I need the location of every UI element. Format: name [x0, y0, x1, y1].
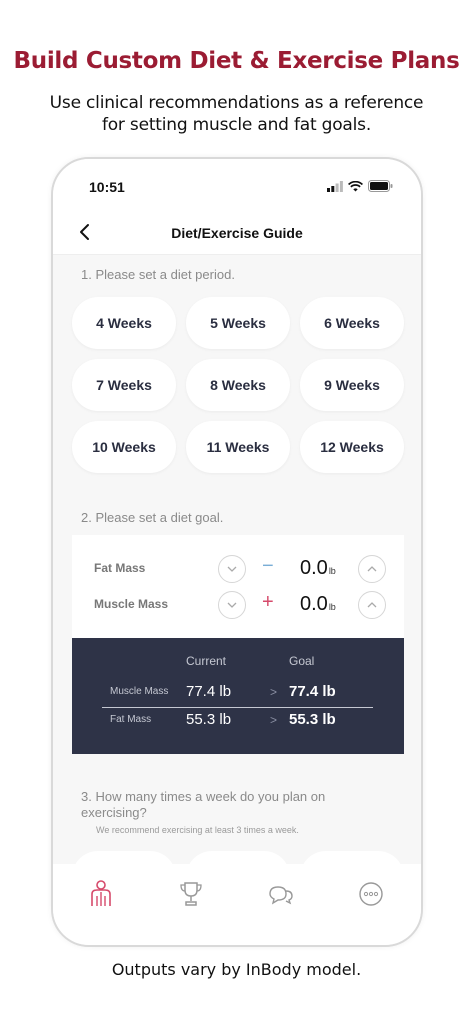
signal-icon [327, 180, 343, 192]
period-option[interactable]: 6 Weeks [300, 297, 404, 349]
battery-icon [368, 180, 393, 192]
body-icon [91, 880, 111, 906]
summary-arrow: > [270, 713, 278, 727]
muscle-mass-decrease-button[interactable] [218, 591, 246, 619]
fat-mass-row: Fat Mass − 0.0lb [72, 553, 404, 583]
status-bar: 10:51 [53, 159, 421, 211]
summary-current-value: 77.4 lb [186, 683, 232, 700]
muscle-mass-row: Muscle Mass + 0.0lb [72, 589, 404, 619]
goal-card: Fat Mass − 0.0lb Muscle Mass + 0.0lb [72, 535, 404, 641]
exercise-hint: We recommend exercising at least 3 times… [96, 825, 299, 835]
fat-mass-increase-button[interactable] [358, 555, 386, 583]
more-icon [359, 882, 383, 906]
period-option[interactable]: 8 Weeks [186, 359, 290, 411]
minus-sign: − [262, 555, 274, 577]
tab-body[interactable] [81, 878, 121, 910]
goal-label: 2. Please set a diet goal. [81, 510, 224, 525]
tab-bar [53, 864, 421, 945]
phone-frame: 10:51 Diet/Exercise Guide 1. Please set … [51, 157, 423, 947]
nav-bar: Diet/Exercise Guide [53, 211, 421, 255]
exercise-question: 3. How many times a week do you plan on … [81, 789, 326, 820]
summary-arrow: > [270, 685, 278, 699]
current-column-header: Current [186, 654, 227, 668]
fat-mass-decrease-button[interactable] [218, 555, 246, 583]
period-label: 1. Please set a diet period. [81, 267, 235, 282]
plus-sign: + [262, 591, 274, 613]
chevron-down-icon [227, 566, 237, 572]
promo-subtitle: Use clinical recommendations as a refere… [49, 93, 424, 135]
fat-mass-value: 0.0lb [300, 557, 336, 579]
summary-current-value: 55.3 lb [186, 711, 232, 728]
period-option[interactable]: 11 Weeks [186, 421, 290, 473]
tab-more[interactable] [351, 878, 391, 910]
muscle-mass-value: 0.0lb [300, 593, 336, 615]
period-option[interactable]: 5 Weeks [186, 297, 290, 349]
summary-goal-value: 77.4 lb [289, 683, 336, 700]
promo-footer: Outputs vary by InBody model. [111, 960, 362, 979]
page-title: Diet/Exercise Guide [171, 225, 303, 241]
period-options: 4 Weeks 5 Weeks 6 Weeks 7 Weeks 8 Weeks … [72, 297, 405, 473]
goal-column-header: Goal [289, 654, 315, 668]
period-option[interactable]: 9 Weeks [300, 359, 404, 411]
chevron-down-icon [227, 602, 237, 608]
chat-icon [269, 886, 293, 905]
promo-title: Build Custom Diet & Exercise Plans [13, 48, 460, 74]
wifi-icon [348, 180, 363, 191]
period-option[interactable]: 12 Weeks [300, 421, 404, 473]
chevron-up-icon [367, 566, 377, 572]
summary-row-label: Fat Mass [110, 714, 152, 725]
period-option[interactable]: 4 Weeks [72, 297, 176, 349]
period-option[interactable]: 7 Weeks [72, 359, 176, 411]
trophy-icon [180, 882, 202, 906]
period-option[interactable]: 10 Weeks [72, 421, 176, 473]
goal-summary-table: Current Goal Muscle Mass 77.4 lb > 77.4 … [72, 638, 404, 754]
muscle-mass-increase-button[interactable] [358, 591, 386, 619]
summary-divider [102, 707, 373, 708]
tab-trophy[interactable] [171, 878, 211, 910]
summary-goal-value: 55.3 lb [289, 711, 336, 728]
summary-row-label: Muscle Mass [110, 686, 169, 697]
muscle-mass-label: Muscle Mass [94, 597, 169, 611]
chevron-up-icon [367, 602, 377, 608]
fat-mass-label: Fat Mass [94, 561, 146, 575]
system-icons [327, 180, 393, 192]
status-time: 10:51 [89, 179, 125, 195]
tab-chat[interactable] [261, 878, 301, 910]
